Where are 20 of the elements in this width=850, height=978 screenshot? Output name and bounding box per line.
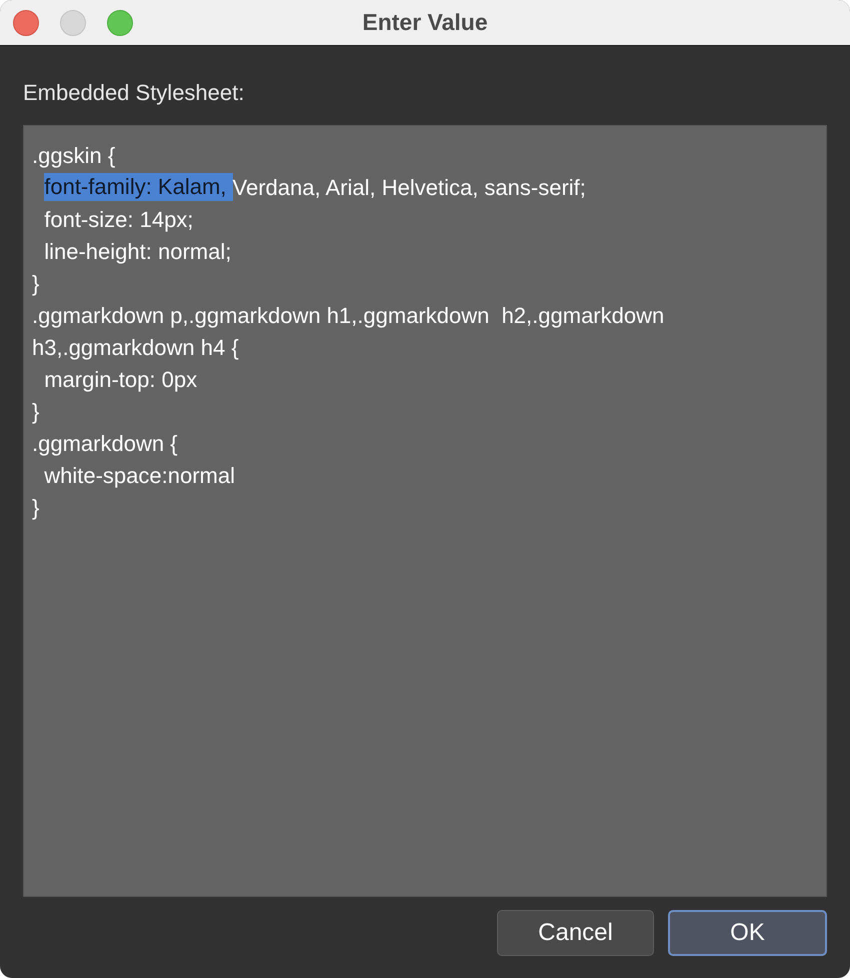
ok-button[interactable]: OK [668, 910, 827, 956]
code-line: .ggskin { [32, 142, 116, 170]
zoom-button[interactable] [107, 10, 133, 36]
code-line: margin-top: 0px [44, 366, 198, 394]
minimize-button[interactable] [60, 10, 86, 36]
field-label: Embedded Stylesheet: [23, 80, 244, 105]
code-line: h3,.ggmarkdown h4 { [32, 334, 239, 362]
code-line: font-size: 14px; [44, 206, 194, 234]
code-line: line-height: normal; [44, 238, 232, 266]
code-line: white-space:normal [44, 462, 235, 490]
window-title: Enter Value [362, 8, 488, 38]
code-line: } [32, 494, 40, 522]
selected-text: font-family: Kalam, [44, 173, 233, 201]
close-button[interactable] [13, 10, 39, 36]
stylesheet-text-area[interactable] [23, 125, 827, 897]
cancel-button[interactable]: Cancel [497, 910, 654, 956]
code-line: } [32, 270, 40, 298]
code-line: .ggmarkdown p,.ggmarkdown h1,.ggmarkdown h2,.ggmarkdown [32, 302, 664, 330]
code-line: } [32, 398, 40, 426]
code-line: .ggmarkdown { [32, 430, 178, 458]
